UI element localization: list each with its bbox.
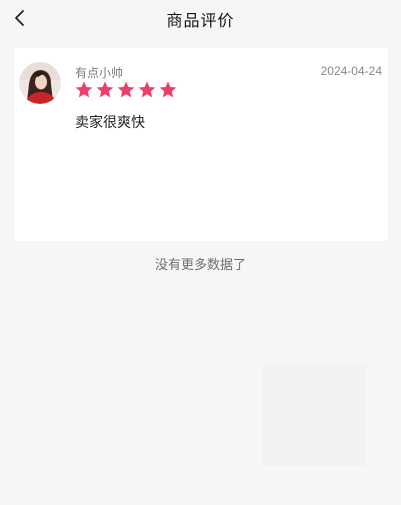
list-end-hint: 没有更多数据了 xyxy=(154,258,246,273)
top-bar: 商品评价 xyxy=(0,0,401,36)
page-title: 商品评价 xyxy=(166,11,235,30)
user-avatar[interactable] xyxy=(19,62,61,104)
star-icon xyxy=(117,81,135,98)
review-text: 卖家很爽快 xyxy=(75,115,145,131)
star-icon xyxy=(75,81,93,98)
review-date: 2024-04-24 xyxy=(320,64,382,78)
star-icon xyxy=(138,81,156,98)
page: 商品评价 有点小帅 2024-04-24 卖家很爽快 没有更多数据了 xyxy=(0,0,401,505)
star-icon xyxy=(96,81,114,98)
avatar-image xyxy=(19,62,61,104)
username: 有点小帅 xyxy=(75,66,124,80)
star-icon xyxy=(159,81,177,98)
background-placeholder xyxy=(262,364,366,466)
star-rating xyxy=(74,80,178,102)
review-card: 有点小帅 2024-04-24 卖家很爽快 xyxy=(14,48,388,241)
